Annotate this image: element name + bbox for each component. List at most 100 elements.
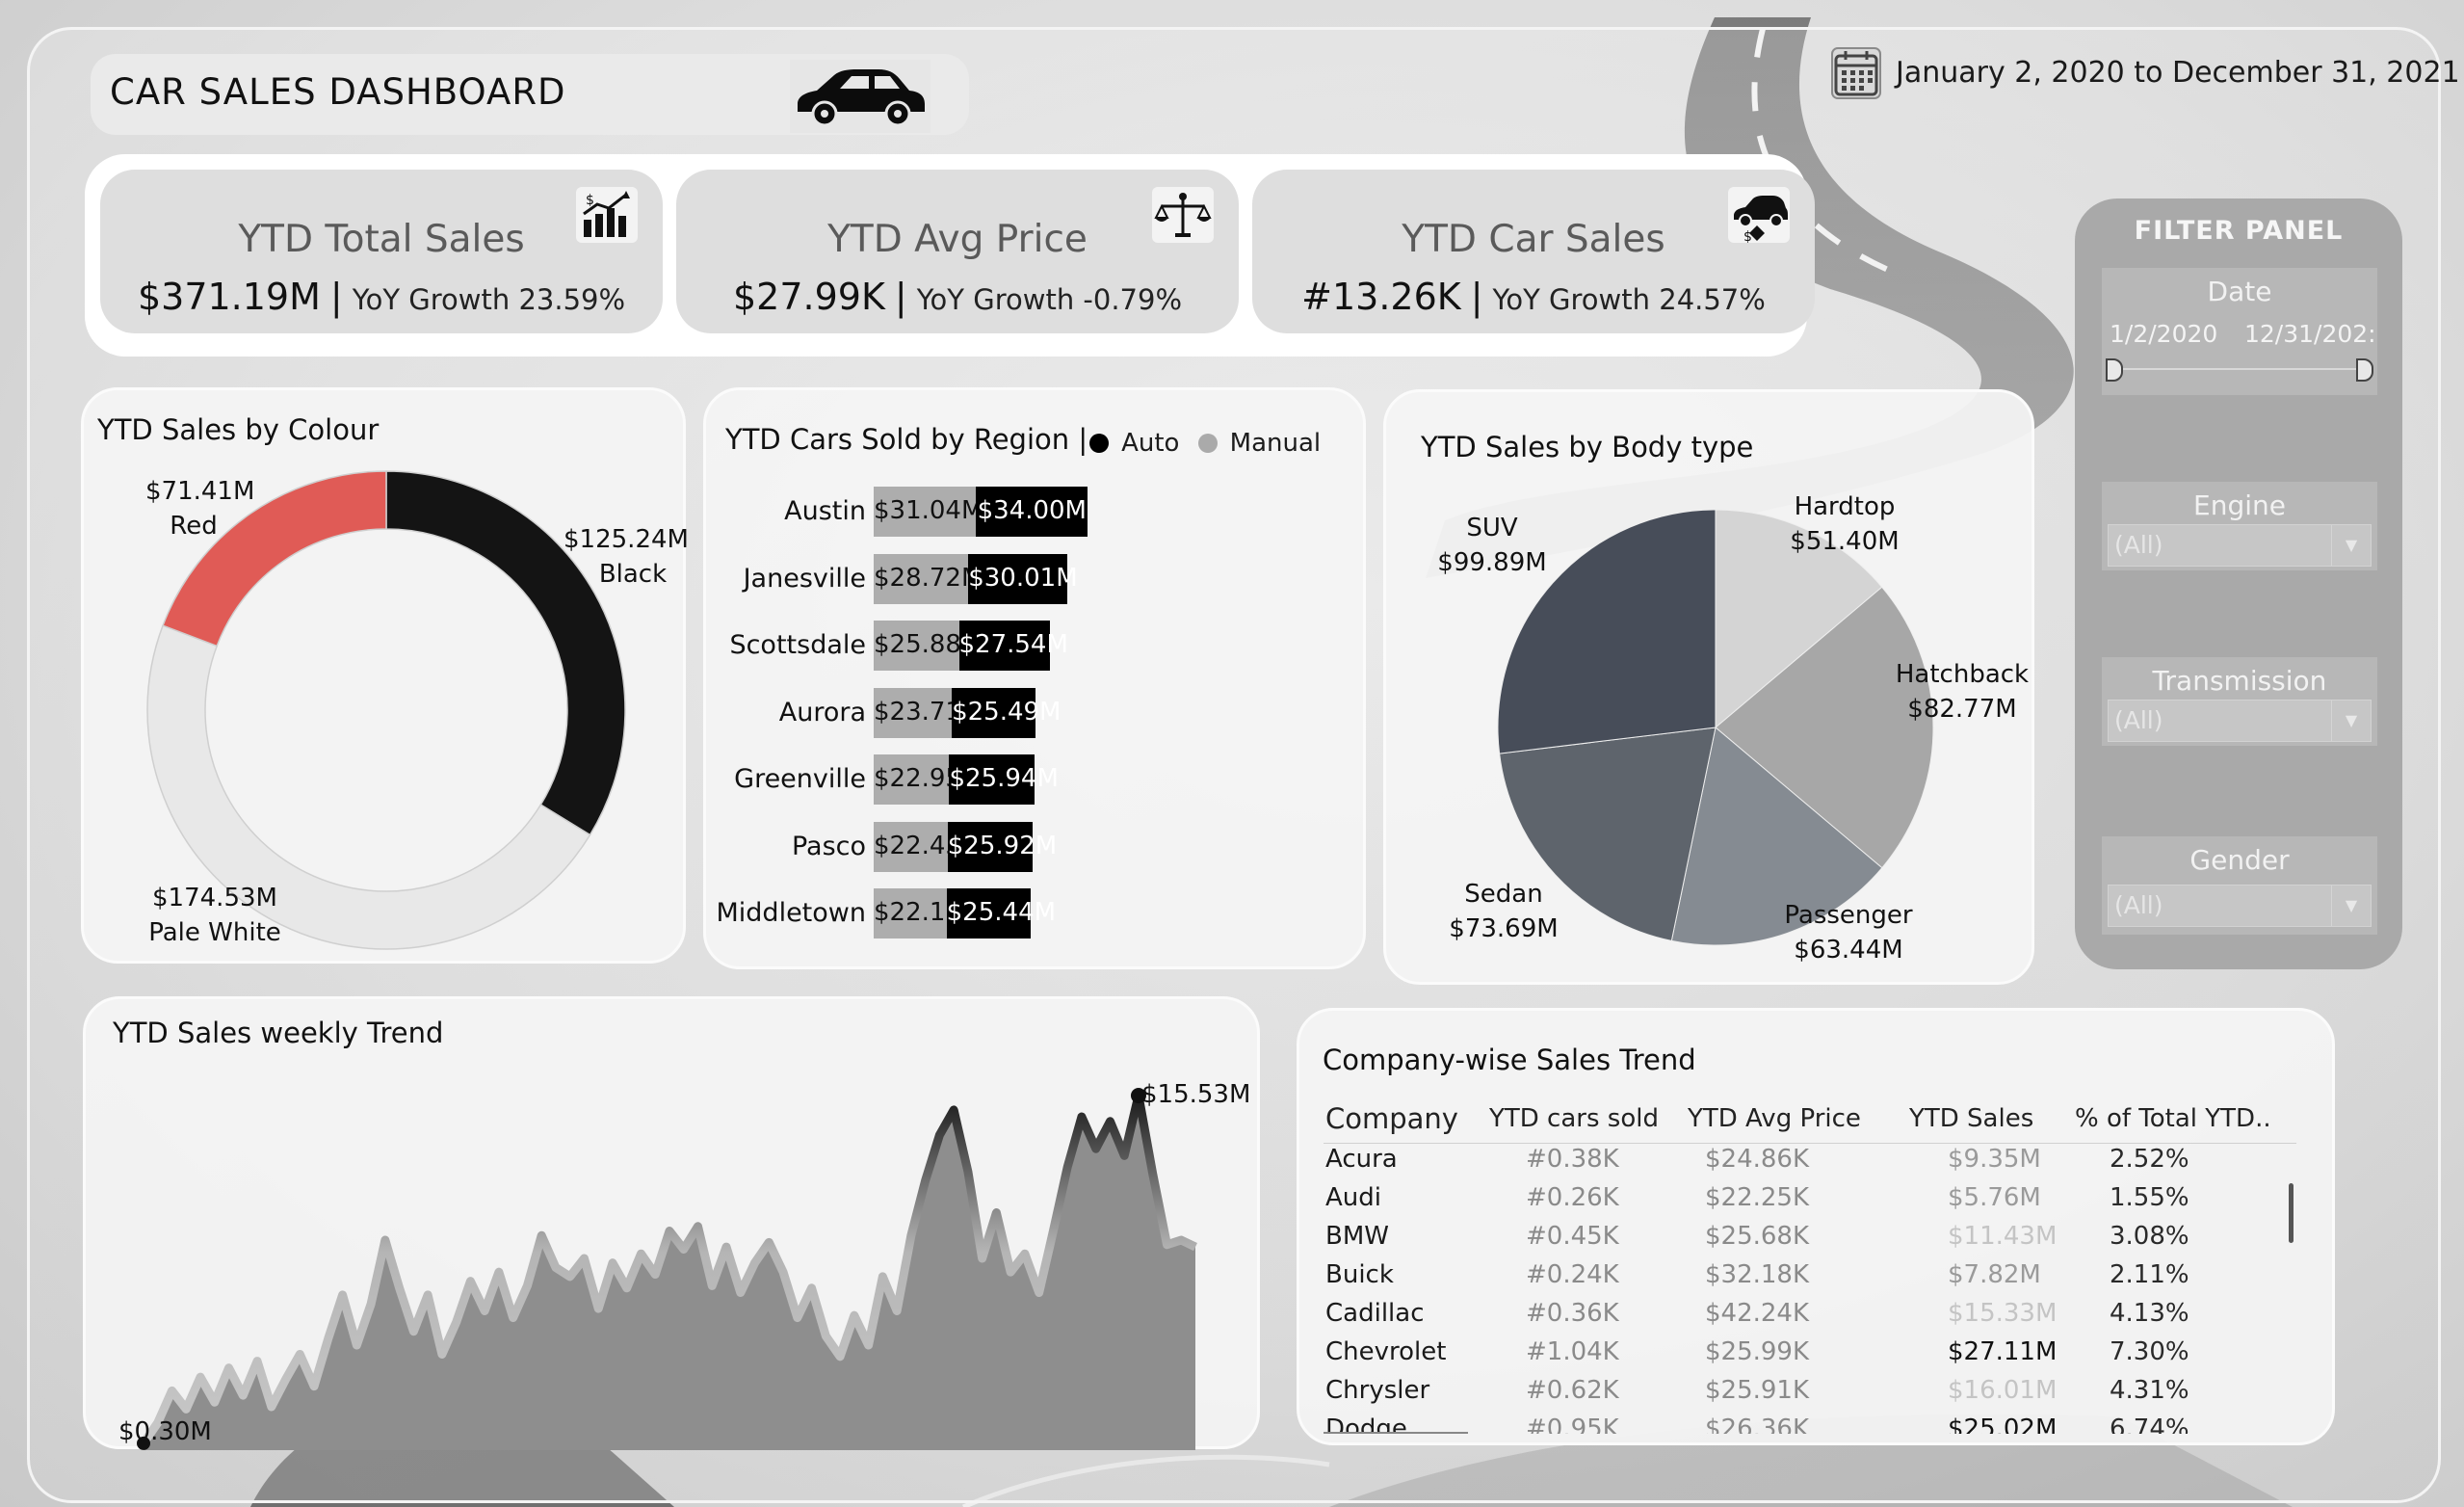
table-cell: $24.86K (1705, 1145, 1810, 1174)
kpi-value: $371.19M (137, 276, 321, 318)
bar-auto-label: $25.49M (952, 697, 1062, 727)
table-cell: #0.38K (1526, 1145, 1619, 1174)
colour-label-red-name: Red (170, 512, 218, 541)
bar-auto-label: $34.00M (977, 496, 1087, 525)
bar-manual[interactable]: $31.04M (874, 487, 983, 537)
body-slice-suv[interactable] (1497, 509, 1717, 754)
date-filter[interactable]: Date 1/2/2020 12/31/202: (2102, 268, 2377, 395)
region-row: Greenville $22.95M $25.94M (706, 754, 1369, 805)
company-table-title: Company-wise Sales Trend (1323, 1044, 1696, 1076)
table-cell: $26.36K (1705, 1414, 1810, 1434)
calendar-icon[interactable] (1830, 46, 1882, 100)
col-pct-total[interactable]: % of Total YTD.. (2075, 1104, 2271, 1133)
table-row[interactable]: Dodge #0.95K $26.36K $25.02M 6.74% (1324, 1414, 2296, 1434)
bar-auto-label: $27.54M (958, 630, 1068, 659)
engine-select[interactable]: (All) ▼ (2108, 524, 2372, 567)
table-row[interactable]: BMW #0.45K $25.68K $11.43M 3.08% (1324, 1222, 2296, 1260)
gender-filter: Gender (All) ▼ (2102, 836, 2377, 935)
date-slider-start-handle[interactable] (2106, 358, 2123, 382)
date-slider-end-handle[interactable] (2356, 358, 2373, 382)
table-hscroll[interactable] (1324, 1432, 1468, 1434)
table-row[interactable]: Buick #0.24K $32.18K $7.82M 2.11% (1324, 1260, 2296, 1299)
region-label: Janesville (743, 563, 866, 594)
region-label: Greenville (734, 764, 866, 794)
body-label-hardtop-name: Hardtop (1794, 492, 1896, 521)
bar-manual[interactable]: $22.12M (874, 888, 983, 939)
engine-select-value: (All) (2114, 531, 2163, 559)
bar-auto[interactable]: $25.49M (952, 687, 1062, 738)
table-cell: #0.24K (1526, 1260, 1619, 1289)
chevron-down-icon[interactable]: ▼ (2331, 525, 2371, 566)
table-cell: 6.74% (2110, 1414, 2189, 1434)
kpi-total-sales: YTD Total Sales $371.19M | YoY Growth 23.5… (100, 170, 663, 333)
transmission-select[interactable]: (All) ▼ (2108, 700, 2372, 742)
gender-select[interactable]: (All) ▼ (2108, 885, 2372, 927)
bar-manual-label: $31.04M (874, 496, 983, 525)
table-cell: Audi (1325, 1183, 1381, 1212)
bar-manual[interactable]: $22.45M (874, 821, 983, 872)
region-row: Austin $31.04M $34.00M (706, 487, 1369, 537)
bar-auto[interactable]: $34.00M (976, 487, 1088, 537)
kpi-car-sales: YTD Car Sales #13.26K | YoY Growth 24.57% … (1252, 170, 1815, 333)
table-row[interactable]: Acura #0.38K $24.86K $9.35M 2.52% (1324, 1145, 2296, 1183)
kpi-strip: YTD Total Sales $371.19M | YoY Growth 23.5… (85, 154, 1815, 357)
engine-filter: Engine (All) ▼ (2102, 482, 2377, 570)
date-range-text: January 2, 2020 to December 31, 2021 (1896, 56, 2460, 90)
table-cell: 3.08% (2110, 1222, 2189, 1251)
kpi-value: #13.26K (1301, 276, 1461, 318)
table-row[interactable]: Audi #0.26K $22.25K $5.76M 1.55% (1324, 1183, 2296, 1222)
body-label-sedan-name: Sedan (1464, 880, 1543, 909)
body-label-passenger-value: $63.44M (1794, 936, 1903, 965)
date-range: January 2, 2020 to December 31, 2021 (1830, 46, 2460, 104)
legend-manual-swatch (1197, 434, 1218, 453)
bar-auto[interactable]: $25.92M (947, 821, 1058, 872)
legend-manual-label: Manual (1229, 429, 1322, 458)
kpi-avg-price: YTD Avg Price $27.99K | YoY Growth -0.79% (676, 170, 1239, 333)
bar-manual-label: $23.71M (874, 697, 983, 727)
table-cell: $25.99K (1705, 1337, 1810, 1366)
table-row[interactable]: Cadillac #0.36K $42.24K $15.33M 4.13% (1324, 1299, 2296, 1337)
chevron-down-icon[interactable]: ▼ (2331, 886, 2371, 926)
chevron-down-icon[interactable]: ▼ (2331, 701, 2371, 741)
trend-min-label: $0.30M (118, 1417, 212, 1446)
table-cell: $11.43M (1948, 1222, 2058, 1251)
table-cell: #0.45K (1526, 1222, 1619, 1251)
table-cell: Cadillac (1325, 1299, 1425, 1328)
table-cell: 2.11% (2110, 1260, 2189, 1289)
col-avg-price[interactable]: YTD Avg Price (1688, 1104, 1861, 1133)
bar-manual[interactable]: $28.72M (874, 553, 983, 604)
bar-auto[interactable]: $25.44M (946, 888, 1056, 939)
table-cell: Dodge (1325, 1414, 1407, 1434)
kpi-yoy: YoY Growth 23.59% (352, 283, 626, 316)
table-row[interactable]: Chevrolet #1.04K $25.99K $27.11M 7.30% (1324, 1337, 2296, 1376)
table-cell: Buick (1325, 1260, 1394, 1289)
bar-manual[interactable]: $25.88M (874, 621, 983, 671)
car-icon (790, 60, 931, 133)
col-ytd-sales[interactable]: YTD Sales (1909, 1104, 2033, 1133)
region-row: Pasco $22.45M $25.92M (706, 821, 1369, 872)
bar-manual[interactable]: $22.95M (874, 754, 983, 805)
body-label-hardtop-value: $51.40M (1790, 527, 1900, 556)
date-filter-end: 12/31/202: (2244, 320, 2376, 348)
bar-auto[interactable]: $25.94M (949, 754, 1059, 805)
bar-manual[interactable]: $23.71M (874, 687, 983, 738)
bar-auto[interactable]: $30.01M (968, 553, 1078, 604)
table-cell: #0.36K (1526, 1299, 1619, 1328)
region-legend: Auto Manual (1089, 429, 1321, 458)
col-cars-sold[interactable]: YTD cars sold (1489, 1104, 1659, 1133)
body-label-hatchback-value: $82.77M (1907, 695, 2017, 724)
table-row[interactable]: Chrysler #0.62K $25.91K $16.01M 4.31% (1324, 1376, 2296, 1414)
date-slider-track[interactable] (2110, 368, 2370, 370)
region-row: Scottsdale $25.88M $27.54M (706, 621, 1369, 671)
bar-auto-label: $30.01M (968, 563, 1078, 593)
engine-filter-label: Engine (2193, 489, 2286, 521)
body-label-sedan-value: $73.69M (1449, 914, 1559, 943)
table-cell: $16.01M (1948, 1376, 2058, 1405)
col-company[interactable]: Company (1325, 1102, 1458, 1135)
region-chart-card: YTD Cars Sold by Region | Auto Manual Au… (703, 387, 1366, 969)
table-scrollbar[interactable] (2289, 1183, 2294, 1243)
bar-auto-label: $25.92M (947, 831, 1058, 860)
bar-auto-label: $25.94M (949, 764, 1059, 793)
bar-auto[interactable]: $27.54M (958, 621, 1068, 671)
balance-scale-icon (1152, 187, 1214, 243)
